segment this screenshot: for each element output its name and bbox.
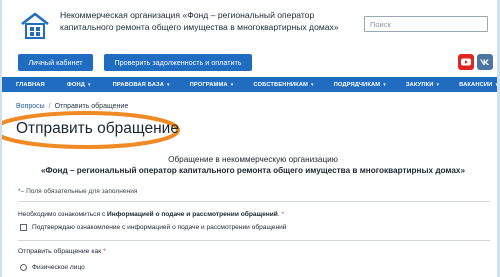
check-debt-button[interactable]: Проверить задолженность и оплатить [104,54,252,71]
nav-item-label: ПРОГРАММА [189,81,228,88]
radio-individual[interactable] [20,264,27,271]
chevron-down-icon: ▾ [167,81,170,88]
nav-item-label: ПРАВОВАЯ БАЗА [112,81,165,88]
personal-cabinet-button[interactable]: Личный кабинет [18,54,93,71]
required-star: * [103,248,106,255]
nav-item[interactable]: ПРОГРАММА ▾ [190,82,234,88]
ack-checkbox-row[interactable]: Подтверждаю ознакомление с информацией о… [20,224,286,231]
ack-prefix: Необходимо ознакомиться с [18,211,108,218]
divider [18,240,490,241]
nav-item-label: ПОДРЯДЧИКАМ [333,81,381,88]
send-as-label: Отправить обращение как * [18,248,106,255]
nav-item-label: ВАКАНСИИ [459,81,493,88]
nav-item[interactable]: ЗАКУПКИ ▾ [406,82,439,88]
required-star: * [281,211,285,218]
chevron-down-icon: ▾ [310,81,314,88]
chevron-down-icon: ▾ [383,81,386,88]
nav-item-label: ФОНД [66,81,86,88]
appeal-heading-line2: «Фонд – региональный оператор капитально… [40,165,466,175]
nav-item[interactable]: СОБСТВЕННИКАМ ▾ [253,82,313,88]
nav-item[interactable]: ПРАВОВАЯ БАЗА ▾ [113,82,170,88]
nav-item[interactable]: ФОНД ▾ [67,82,91,88]
main-nav: ГЛАВНАЯ ФОНД ▾ ПРАВОВАЯ БАЗА ▾ ПРОГРАММА ▾ СОБС… [2,77,497,92]
search-input[interactable]: Поиск [364,16,488,32]
appeal-heading-line1: Обращение в некоммерческую организацию [168,155,338,164]
chevron-down-icon: ▾ [436,81,440,88]
chevron-down-icon: ▾ [230,81,234,88]
nav-item-label: ГЛАВНАЯ [16,81,45,88]
required-fields-note: *– Поля обязательные для заполнения [18,188,138,195]
nav-item[interactable]: ПОДРЯДЧИКАМ ▾ [334,82,386,88]
appeal-heading: Обращение в некоммерческую организацию «… [17,155,489,176]
ack-info-link[interactable]: Информацией о подаче и рассмотрении обра… [107,211,278,218]
ack-checkbox[interactable] [20,224,27,231]
logo-icon[interactable] [18,9,52,43]
divider [18,201,490,202]
nav-item-label: ЗАКУПКИ [405,81,434,88]
youtube-icon[interactable] [458,54,474,70]
page: Некоммерческая организация «Фонд – регио… [2,0,497,277]
org-name: Некоммерческая организация «Фонд – регио… [60,10,339,32]
vk-icon[interactable] [477,54,493,70]
ack-suffix: . [277,211,280,218]
radio-individual-label[interactable]: Физическое лицо [32,264,85,271]
page-title: Отправить обращение [16,120,179,137]
nav-item-label: СОБСТВЕННИКАМ [253,81,308,88]
search-placeholder: Поиск [370,19,391,29]
nav-item[interactable]: ВАКАНСИИ ▾ [459,82,497,88]
send-as-text: Отправить обращение как [18,248,102,255]
chevron-down-icon: ▾ [495,81,497,88]
chevron-down-icon: ▾ [88,81,91,88]
nav-item[interactable]: ГЛАВНАЯ [16,82,45,88]
radio-individual-row[interactable]: Физическое лицо [20,264,85,271]
ack-label: Необходимо ознакомиться с Информацией о … [18,211,284,218]
ack-checkbox-label[interactable]: Подтверждаю ознакомление с информацией о… [32,224,286,231]
